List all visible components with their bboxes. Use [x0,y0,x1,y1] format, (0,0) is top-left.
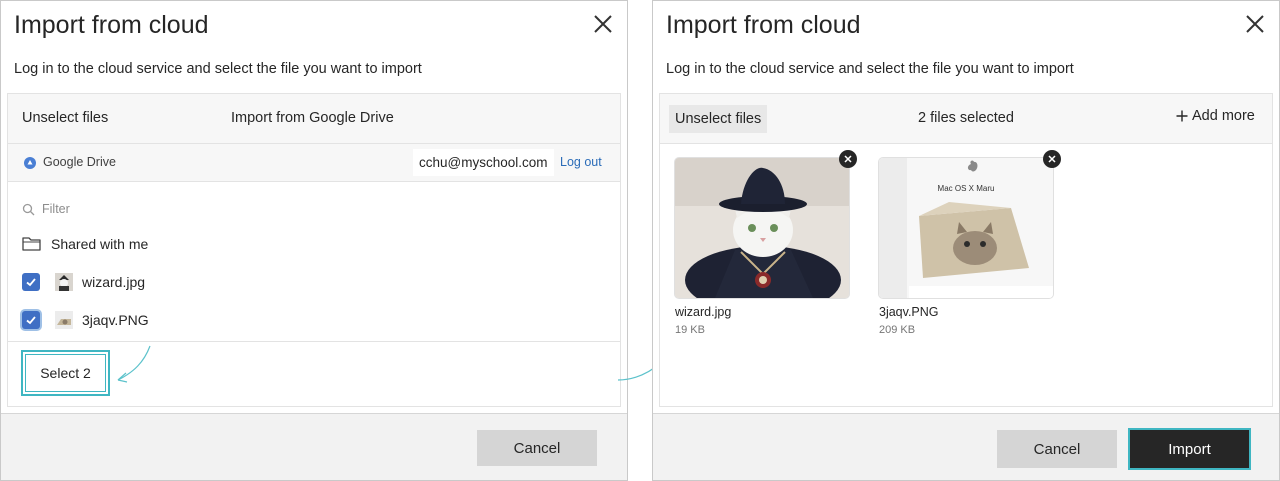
folder-icon [22,237,41,251]
plus-icon [1176,110,1188,122]
filter-placeholder: Filter [42,202,70,216]
unselect-files-button[interactable]: Unselect files [22,110,108,126]
selected-files-panel: Unselect files 2 files selected Add more [659,93,1273,407]
file-thumbnail[interactable]: Mac OS X Maru [879,158,1053,298]
annotation-arrow [117,345,151,383]
account-email: cchu@myschool.com [413,149,554,176]
image-thumbnail-icon [55,273,73,291]
folder-label: Shared with me [51,236,149,252]
wizard-cat-image [675,158,849,298]
file-row[interactable]: wizard.jpg [22,269,145,295]
file-size: 19 KB [675,324,705,336]
selected-count: 2 files selected [918,110,1014,126]
image-thumbnail-icon [55,311,73,329]
remove-file-button[interactable] [839,150,857,168]
folder-shared-with-me[interactable]: Shared with me [22,231,148,257]
filter-field[interactable]: Filter [22,198,322,220]
dialog-footer: Cancel [1,413,627,480]
cancel-button[interactable]: Cancel [477,430,597,466]
file-picker-panel: Unselect files Import from Google Drive … [7,93,621,407]
dialog-instructions: Log in to the cloud service and select t… [14,61,422,77]
dialog-title: Import from cloud [14,11,209,39]
file-name: wizard.jpg [675,305,732,319]
close-icon [594,15,612,33]
add-more-button[interactable]: Add more [1176,108,1255,124]
file-name: 3jaqv.PNG [879,305,939,319]
search-icon [22,203,35,215]
file-thumbnail[interactable] [675,158,849,298]
file-row[interactable]: 3jaqv.PNG [22,307,149,333]
select-button[interactable]: Select 2 [21,350,110,396]
service-name: Google Drive [43,155,116,169]
thumbnail-box-title: Mac OS X Maru [937,184,995,193]
cancel-button[interactable]: Cancel [997,430,1117,468]
dialog-footer: Cancel Import [653,413,1279,480]
selection-header: Unselect files 2 files selected Add more [660,94,1272,144]
dialog-instructions: Log in to the cloud service and select t… [666,61,1074,77]
close-icon [1048,155,1056,163]
file-name: wizard.jpg [82,274,146,290]
file-size: 209 KB [879,324,916,336]
file-checkbox[interactable] [22,311,40,329]
close-icon [844,155,852,163]
unselect-files-button[interactable]: Unselect files [669,105,768,133]
import-button[interactable]: Import [1128,428,1251,470]
maru-box-image [879,158,1053,298]
close-button[interactable] [591,12,615,36]
file-name: 3jaqv.PNG [82,312,149,328]
close-button[interactable] [1243,12,1267,36]
logout-link[interactable]: Log out [560,155,602,169]
divider [8,341,620,342]
dialog-title: Import from cloud [666,11,861,39]
remove-file-button[interactable] [1043,150,1061,168]
file-checkbox[interactable] [22,273,40,291]
account-row: Google Drive cchu@myschool.com Log out [8,144,620,182]
import-from-cloud-dialog-left: Import from cloud Log in to the cloud se… [0,0,628,481]
close-icon [1246,15,1264,33]
google-drive-icon [24,157,36,169]
picker-heading: Import from Google Drive [231,110,394,126]
checkmark-icon [26,316,36,325]
import-from-cloud-dialog-right: Import from cloud Log in to the cloud se… [652,0,1280,481]
add-more-label: Add more [1192,108,1255,124]
picker-header: Unselect files Import from Google Drive [8,94,620,144]
checkmark-icon [26,278,36,287]
